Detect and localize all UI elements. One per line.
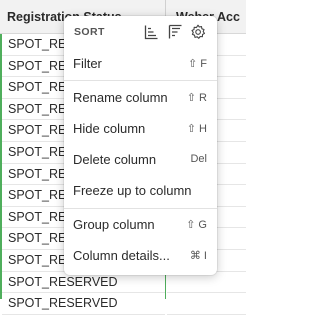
menu-item-filter[interactable]: Filter ⇧ F [64,49,217,77]
menu-item-rename-column[interactable]: Rename column ⇧ R [64,83,217,111]
menu-item-group-column[interactable]: Group column ⇧ G [64,210,217,238]
sort-ascending-icon[interactable] [143,24,159,40]
sort-descending-icon[interactable] [167,24,183,40]
table-cell[interactable] [167,293,246,315]
menu-item-label: Rename column [73,89,168,105]
menu-item-delete-column[interactable]: Delete column Del [64,145,217,173]
menu-item-shortcut: ⇧ R [186,91,207,104]
menu-item-label: Freeze up to column [73,182,192,198]
sort-label: SORT [74,26,105,38]
sort-row: SORT [64,16,217,49]
menu-item-label: Column details... [73,247,170,263]
menu-item-label: Filter [73,55,102,71]
menu-item-shortcut: ⇧ F [188,57,207,70]
settings-gear-icon[interactable] [190,24,206,40]
menu-item-column-details[interactable]: Column details... ⌘ I [64,241,217,269]
menu-item-shortcut: ⇧ H [186,122,207,135]
menu-item-shortcut: ⇧ G [186,218,207,231]
menu-item-label: Hide column [73,120,146,136]
menu-divider [64,208,217,209]
menu-item-hide-column[interactable]: Hide column ⇧ H [64,114,217,142]
menu-item-shortcut: ⌘ I [189,249,207,262]
menu-item-freeze-up-to-column[interactable]: Freeze up to column [64,176,217,204]
menu-divider [64,80,217,81]
column-context-menu: SORT Filter ⇧ F Rename column ⇧ R Hide c… [64,16,217,275]
menu-item-shortcut: Del [190,153,207,165]
table-cell[interactable]: SPOT_RESERVED [2,293,165,315]
menu-item-label: Group column [73,216,155,232]
menu-item-label: Delete column [73,151,157,167]
